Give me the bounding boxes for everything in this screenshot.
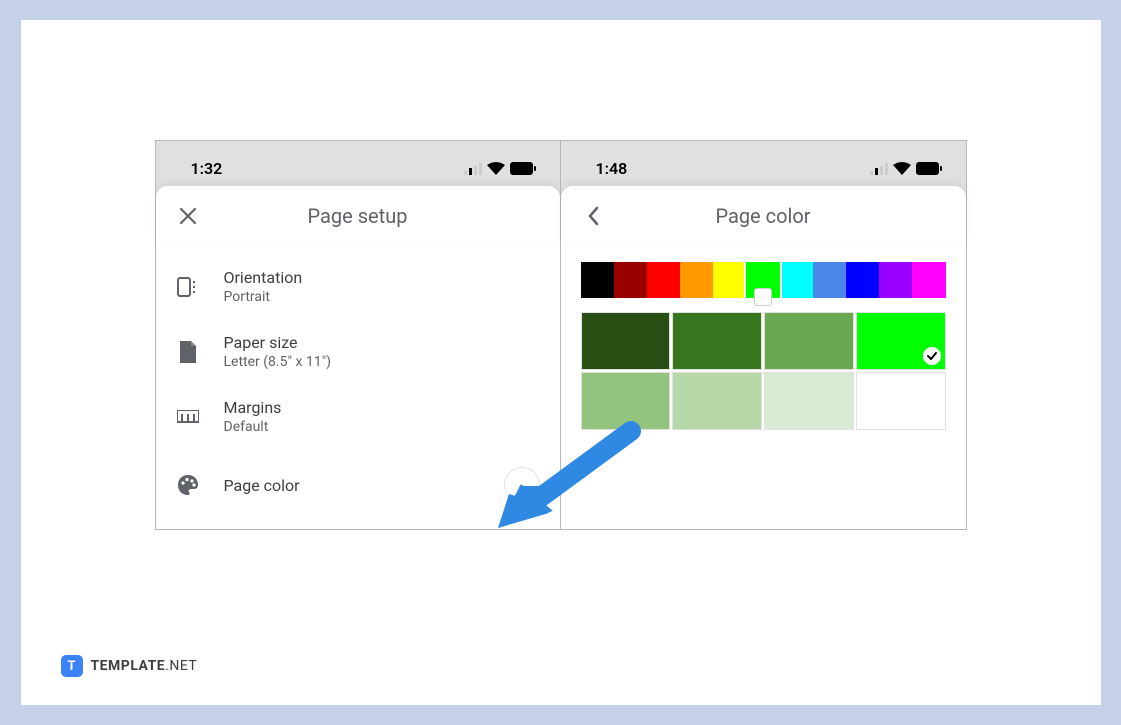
logo-icon: T (61, 655, 83, 677)
status-icons (870, 162, 942, 175)
hue-cell[interactable] (879, 262, 912, 298)
phone-left: 1:32 Page setup O (156, 141, 561, 529)
hue-cell[interactable] (813, 262, 846, 298)
margins-value: Default (224, 419, 540, 435)
outer-frame: 1:32 Page setup O (21, 20, 1101, 705)
hue-cell[interactable] (614, 262, 647, 298)
status-time: 1:48 (596, 159, 628, 178)
palette-icon (176, 473, 200, 497)
battery-icon (510, 162, 536, 175)
logo-bold: TEMPLATE (91, 658, 166, 674)
page-setup-title: Page setup (176, 204, 540, 228)
check-icon (923, 347, 941, 365)
wifi-icon (893, 162, 911, 175)
page-color-label: Page color (224, 476, 504, 495)
hue-pointer (754, 288, 772, 306)
shade-cell[interactable] (581, 372, 671, 430)
menu-list: Orientation Portrait Paper size Letter (… (156, 246, 560, 529)
shade-cell[interactable] (856, 372, 946, 430)
modal-header-right: Page color (561, 186, 966, 246)
page-color-row[interactable]: Page color (156, 449, 560, 521)
hue-cell[interactable] (680, 262, 713, 298)
logo-light: .NET (165, 658, 197, 674)
shade-cell[interactable] (764, 312, 854, 370)
paper-size-row[interactable]: Paper size Letter (8.5" x 11") (156, 319, 560, 384)
paper-size-label: Paper size (224, 333, 540, 352)
shade-grid (581, 312, 946, 430)
hue-cell[interactable] (780, 262, 813, 298)
wifi-icon (487, 162, 505, 175)
hue-strip[interactable] (581, 262, 946, 298)
shade-cell[interactable] (764, 372, 854, 430)
shade-cell[interactable] (581, 312, 671, 370)
hue-cell[interactable] (713, 262, 746, 298)
screenshots-container: 1:32 Page setup O (155, 140, 967, 530)
shade-cell[interactable] (856, 312, 946, 370)
hue-cell[interactable] (647, 262, 680, 298)
orientation-row[interactable]: Orientation Portrait (156, 254, 560, 319)
margins-row[interactable]: Margins Default (156, 384, 560, 449)
battery-icon (916, 162, 942, 175)
cellular-icon (464, 163, 482, 175)
current-page-color-swatch (504, 467, 540, 503)
paper-size-value: Letter (8.5" x 11") (224, 354, 540, 370)
hue-cell[interactable] (912, 262, 945, 298)
page-color-title: Page color (581, 204, 946, 228)
margins-label: Margins (224, 398, 540, 417)
hue-cell[interactable] (581, 262, 614, 298)
shade-cell[interactable] (672, 312, 762, 370)
hue-cell[interactable] (846, 262, 879, 298)
paper-icon (176, 340, 200, 364)
shade-cell[interactable] (672, 372, 762, 430)
status-icons (464, 162, 536, 175)
orientation-icon (176, 275, 200, 299)
margins-icon (176, 405, 200, 429)
modal-header-left: Page setup (156, 186, 560, 246)
orientation-value: Portrait (224, 289, 540, 305)
orientation-label: Orientation (224, 268, 540, 287)
phone-right: 1:48 Page color (561, 141, 966, 529)
status-time: 1:32 (191, 159, 223, 178)
logo-text: TEMPLATE.NET (91, 658, 198, 674)
hue-cell[interactable] (746, 262, 779, 298)
branding-logo: T TEMPLATE.NET (61, 655, 198, 677)
cellular-icon (870, 163, 888, 175)
